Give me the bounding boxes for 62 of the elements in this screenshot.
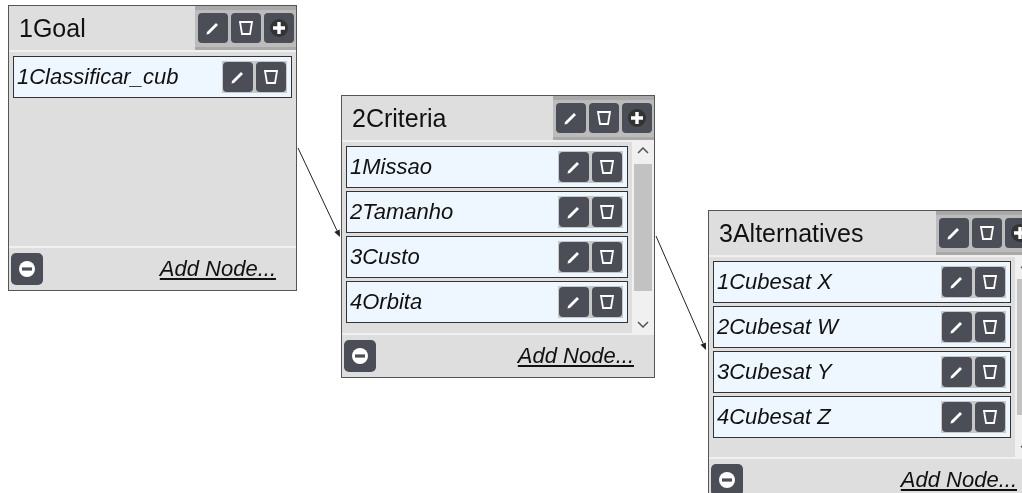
list-item[interactable]: 1Cubesat X [713, 261, 1011, 303]
minus-icon [716, 469, 738, 491]
delete-button[interactable] [231, 12, 261, 43]
item-label: 4Cubesat Z [717, 404, 831, 430]
delete-button[interactable] [592, 242, 622, 272]
minus-icon [349, 345, 371, 367]
edit-button[interactable] [939, 217, 969, 248]
node-title: 1Goal [19, 13, 86, 43]
chevron-down-icon [637, 320, 649, 328]
item-label: 4Orbita [350, 289, 423, 315]
scrollbar[interactable] [632, 142, 654, 333]
plus-icon [626, 106, 648, 129]
minus-icon [16, 258, 38, 280]
add-node-link[interactable]: Add Node... [517, 343, 634, 369]
item-label: 3Cubesat Y [717, 359, 832, 385]
delete-button[interactable] [256, 62, 286, 92]
list-item[interactable]: 3Custo [346, 236, 628, 278]
collapse-button[interactable] [11, 253, 43, 285]
delete-button[interactable] [592, 152, 622, 182]
edit-button[interactable] [556, 102, 586, 133]
add-node-link[interactable]: Add Node... [900, 467, 1017, 493]
delete-button[interactable] [592, 197, 622, 227]
collapse-button[interactable] [711, 464, 743, 493]
edit-button[interactable] [559, 287, 589, 317]
list-item[interactable]: 3Cubesat Y [713, 351, 1011, 393]
list-item[interactable]: 2Tamanho [346, 191, 628, 233]
delete-button[interactable] [972, 217, 1002, 248]
delete-button[interactable] [975, 267, 1005, 297]
edit-button[interactable] [559, 197, 589, 227]
scrollbar-thumb[interactable] [634, 164, 652, 291]
node-title: 3Alternatives [719, 218, 864, 248]
item-label: 3Custo [350, 244, 420, 270]
list-item[interactable]: 1Missao [346, 146, 628, 188]
delete-button[interactable] [975, 357, 1005, 387]
item-label: 1Classificar_cub [17, 64, 179, 90]
delete-button[interactable] [975, 312, 1005, 342]
collapse-button[interactable] [344, 340, 376, 372]
edit-button[interactable] [559, 242, 589, 272]
edit-button[interactable] [559, 152, 589, 182]
plus-icon [268, 16, 290, 39]
edit-button[interactable] [198, 12, 228, 43]
list-item[interactable]: 1Classificar_cub [13, 56, 292, 98]
list-item[interactable]: 4Orbita [346, 281, 628, 323]
add-button[interactable] [622, 102, 652, 133]
item-label: 1Missao [350, 154, 432, 180]
item-label: 2Cubesat W [717, 314, 839, 340]
list-item[interactable]: 2Cubesat W [713, 306, 1011, 348]
item-label: 1Cubesat X [717, 269, 832, 295]
delete-button[interactable] [975, 402, 1005, 432]
add-button[interactable] [264, 12, 294, 43]
node-title: 2Criteria [352, 103, 447, 133]
edit-button[interactable] [942, 357, 972, 387]
edit-button[interactable] [942, 402, 972, 432]
edit-button[interactable] [942, 312, 972, 342]
chevron-up-icon [637, 147, 649, 155]
add-node-link[interactable]: Add Node... [159, 256, 276, 282]
list-item[interactable]: 4Cubesat Z [713, 396, 1011, 438]
delete-button[interactable] [589, 102, 619, 133]
edit-button[interactable] [942, 267, 972, 297]
item-label: 2Tamanho [350, 199, 454, 225]
edit-button[interactable] [223, 62, 253, 92]
delete-button[interactable] [592, 287, 622, 317]
